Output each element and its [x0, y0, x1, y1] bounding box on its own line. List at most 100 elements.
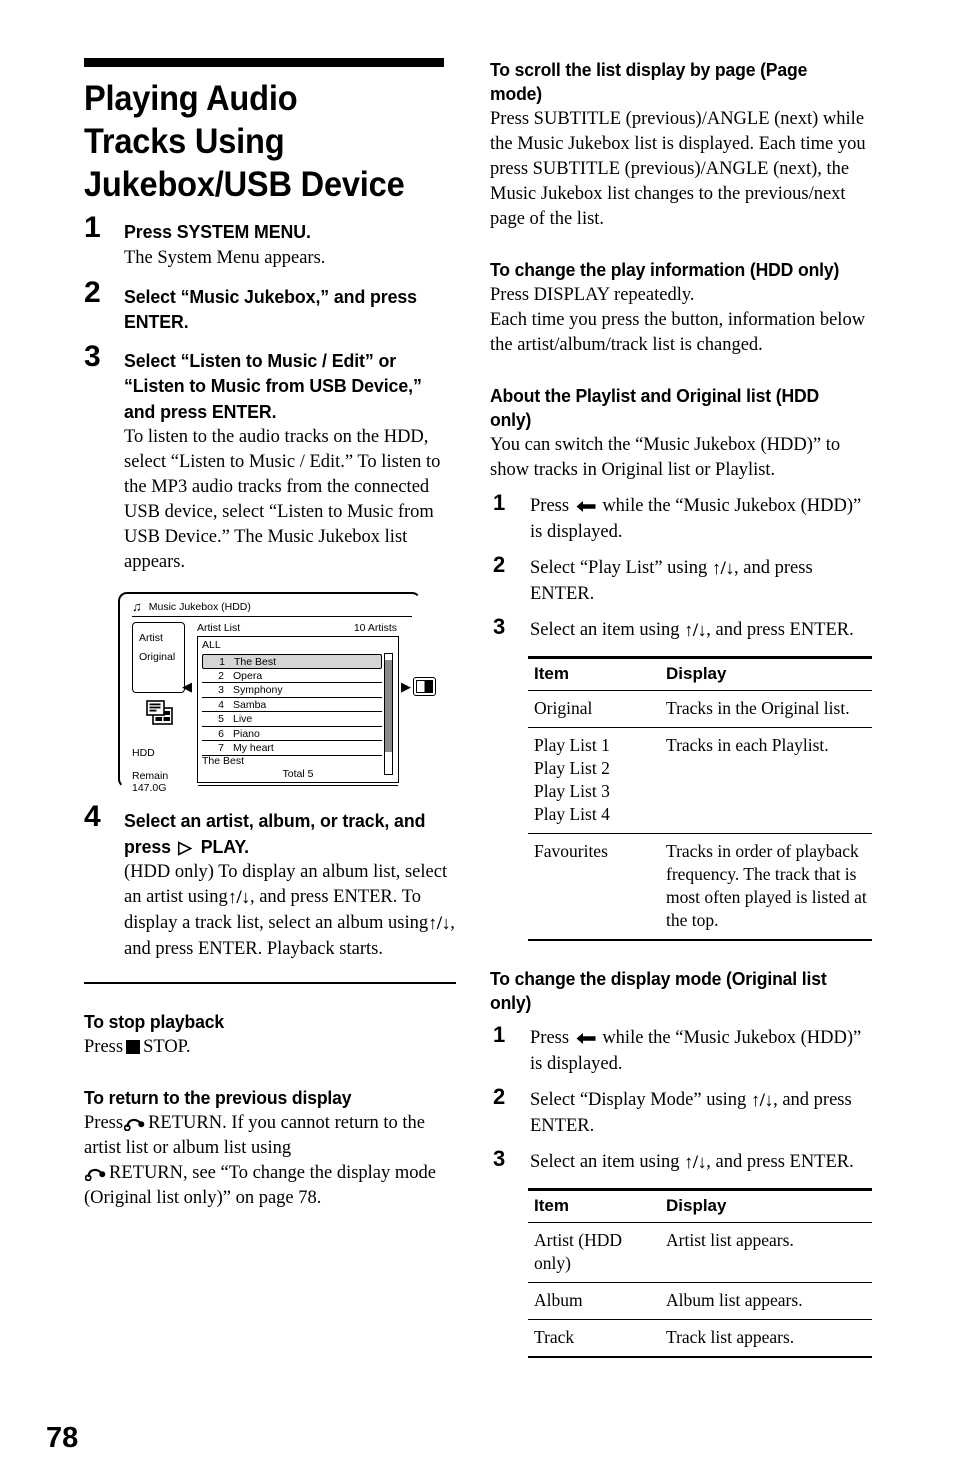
page-number: 78: [46, 1422, 79, 1454]
left-arrow-icon: [576, 1028, 596, 1053]
column-header-display: Display: [660, 656, 872, 691]
left-column: Playing Audio Tracks Using Jukebox/USB D…: [84, 58, 456, 1211]
substep-text-after: , and press ENTER.: [706, 1152, 854, 1172]
step-2: 2 Select “Music Jukebox,” and press ENTE…: [84, 277, 456, 335]
figure-row-number: 6: [218, 727, 224, 740]
substep-text-before: Press: [530, 1028, 570, 1048]
up-down-arrows-icon: ↑/↓: [684, 621, 707, 641]
section-heading: To return to the previous display: [84, 1086, 352, 1108]
substep-text-before: Select an item using: [530, 620, 680, 640]
figure-row-name: Opera: [233, 669, 263, 682]
step-1-number: 1: [84, 211, 101, 244]
section-heading: About the Playlist and Original list (HD…: [490, 385, 820, 430]
playlist-step-1: 1 Press while the “Music Jukebox (HDD)” …: [490, 491, 876, 545]
table-header-row: Item Display: [528, 656, 872, 691]
cell-display: Album list appears.: [660, 1282, 872, 1320]
figure-remain-value: 147.0G: [132, 782, 167, 794]
section-heading: To change the display mode (Original lis…: [490, 968, 827, 1013]
figure-footer-total: Total 5: [282, 768, 314, 780]
display-mode-step-2: 2 Select “Display Mode” using ↑/↓, and p…: [490, 1084, 876, 1139]
figure-list-rows: 1 The Best 2 Opera 3 Symphony 4 Samba 5 …: [202, 654, 382, 756]
substep-body: Press while the “Music Jukebox (HDD)” is…: [530, 1026, 876, 1077]
figure-scrollbar-thumb[interactable]: [385, 660, 392, 752]
table-row: 6 Piano: [202, 727, 382, 741]
step-4-body-5: Playback starts.: [266, 939, 383, 959]
step-3-body: To listen to the audio tracks on the HDD…: [124, 427, 441, 572]
figure-list-header-right: 10 Artists: [353, 622, 397, 634]
section-heading: To stop playback: [84, 1010, 224, 1032]
table-row: Track Track list appears.: [528, 1319, 872, 1358]
up-down-arrows-icon: ↑/↓: [227, 888, 251, 908]
display-mode-step-3: 3 Select an item using ↑/↓, and press EN…: [490, 1146, 876, 1176]
figure-footer: The Best Total 5: [202, 755, 394, 780]
section-body: Press RETURN. If you cannot return to the…: [84, 1111, 456, 1211]
figure-list-box: ALL 1 The Best 2 Opera 3 Symphony 4 Samb…: [197, 636, 399, 786]
section-body: Press SUBTITLE (previous)/ANGLE (next) w…: [490, 109, 866, 229]
section-body-1: Press DISPLAY repeatedly.: [490, 285, 695, 305]
step-4-body: (HDD only) To display an album list, sel…: [124, 860, 456, 962]
figure-remain-label: Remain: [132, 770, 169, 782]
table-row: Artist (HDD only) Artist list appears.: [528, 1222, 872, 1283]
figure-row-number: 1: [219, 656, 225, 668]
return-icon: [84, 1164, 107, 1181]
cell-item: Original: [528, 690, 660, 728]
figure-row-name: The Best: [234, 656, 277, 668]
cell-item: Artist (HDD only): [528, 1222, 660, 1283]
cell-display: Artist list appears.: [660, 1222, 872, 1283]
music-jukebox-screen-figure: ♫ Music Jukebox (HDD) Artist Original HD…: [118, 592, 436, 794]
table-row: 7 My heart: [202, 741, 382, 756]
cell-item: Favourites: [528, 833, 660, 941]
step-2-lead: Select “Music Jukebox,” and press ENTER.: [124, 285, 417, 333]
figure-row-name: My heart: [233, 742, 274, 754]
section-divider: [84, 982, 456, 984]
display-mode-item-table: Item Display Artist (HDD only) Artist li…: [528, 1188, 872, 1358]
section-heading: To change the play information (HDD only…: [490, 259, 840, 280]
figure-row-name: Piano: [233, 727, 260, 740]
figure-row-number: 7: [218, 742, 224, 754]
figure-list-header-left: Artist List: [197, 622, 241, 634]
table-row: Play List 1 Play List 2 Play List 3 Play…: [528, 727, 872, 834]
step-3: 3 Select “Listen to Music / Edit” or “Li…: [84, 341, 456, 576]
section-about-playlist: About the Playlist and Original list (HD…: [490, 384, 876, 941]
section-return-previous-display: To return to the previous display Press R…: [84, 1086, 456, 1211]
section-stop-playback: To stop playback Press STOP.: [84, 1010, 456, 1060]
substep-number: 1: [493, 1022, 506, 1047]
table-row: Original Tracks in the Original list.: [528, 690, 872, 728]
figure-row-name: Symphony: [233, 684, 283, 696]
section-heading: To scroll the list display by page (Page…: [490, 59, 808, 104]
return-text-before: Press: [84, 1112, 124, 1133]
section-play-information: To change the play information (HDD only…: [490, 258, 876, 358]
page-title: Playing Audio Tracks Using Jukebox/USB D…: [84, 79, 405, 204]
play-icon: [177, 837, 193, 856]
figure-list-header: Artist List 10 Artists: [197, 622, 397, 634]
step-1-body: The System Menu appears.: [124, 247, 326, 268]
figure-title-bar: ♫ Music Jukebox (HDD): [132, 599, 412, 617]
left-arrow-icon: [576, 496, 596, 521]
substep-number: 3: [493, 614, 506, 639]
figure-mode-artist: Artist: [139, 632, 163, 644]
return-icon: [123, 1114, 146, 1131]
figure-left-arrow-icon: ◀: [182, 679, 192, 694]
right-column: To scroll the list display by page (Page…: [490, 58, 876, 1358]
step-3-lead: Select “Listen to Music / Edit” or “List…: [124, 349, 422, 422]
figure-remain: Remain 147.0G: [132, 770, 168, 794]
substep-number: 2: [493, 1084, 506, 1109]
table-row: 1 The Best: [202, 654, 382, 669]
table-row: 5 Live: [202, 712, 382, 727]
step-1-lead: Press SYSTEM MENU.: [124, 221, 311, 242]
column-header-item: Item: [528, 656, 660, 691]
figure-row-number: 5: [218, 713, 224, 725]
music-note-icon: ♫: [132, 599, 142, 614]
figure-footer-separator: [198, 785, 398, 786]
stop-text-before: Press: [84, 1036, 124, 1057]
column-header-item: Item: [528, 1188, 660, 1223]
up-down-arrows-icon: ↑/↓: [684, 1153, 707, 1173]
cell-item: Play List 1 Play List 2 Play List 3 Play…: [528, 727, 660, 834]
substep-text-before: Select “Play List” using: [530, 558, 708, 578]
playlist-step-2: 2 Select “Play List” using ↑/↓, and pres…: [490, 553, 876, 607]
substep-number: 3: [493, 1146, 506, 1171]
table-row: 2 Opera: [202, 669, 382, 683]
column-header-display: Display: [660, 1188, 872, 1223]
section-display-mode: To change the display mode (Original lis…: [490, 967, 876, 1358]
table-row: 3 Symphony: [202, 683, 382, 698]
